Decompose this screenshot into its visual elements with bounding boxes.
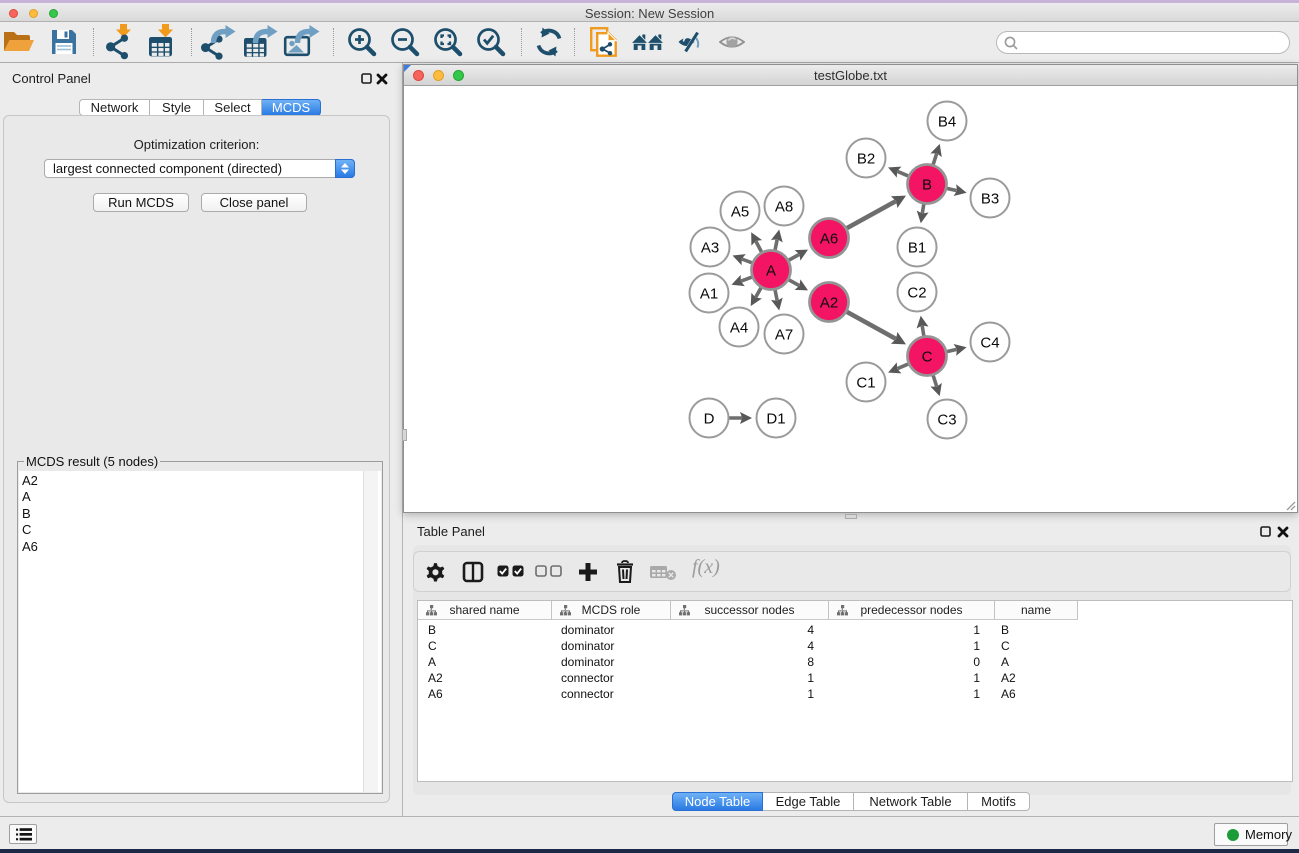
svg-text:A6: A6 [820,231,838,248]
svg-text:C4: C4 [980,335,999,352]
svg-text:A7: A7 [775,327,793,344]
svg-text:B: B [922,177,932,194]
svg-text:C2: C2 [907,285,926,302]
svg-text:A5: A5 [731,204,749,221]
svg-text:D1: D1 [766,411,785,428]
svg-text:B2: B2 [857,151,875,168]
svg-text:C: C [922,349,933,366]
svg-text:B3: B3 [981,191,999,208]
svg-text:A8: A8 [775,199,793,216]
svg-text:A1: A1 [700,286,718,303]
svg-text:A2: A2 [820,295,838,312]
svg-text:D: D [704,411,715,428]
svg-text:B4: B4 [938,114,956,131]
svg-text:C1: C1 [856,375,875,392]
svg-text:A: A [766,263,776,280]
svg-text:A3: A3 [701,240,719,257]
svg-text:A4: A4 [730,320,748,337]
svg-text:B1: B1 [908,240,926,257]
svg-text:C3: C3 [937,412,956,429]
